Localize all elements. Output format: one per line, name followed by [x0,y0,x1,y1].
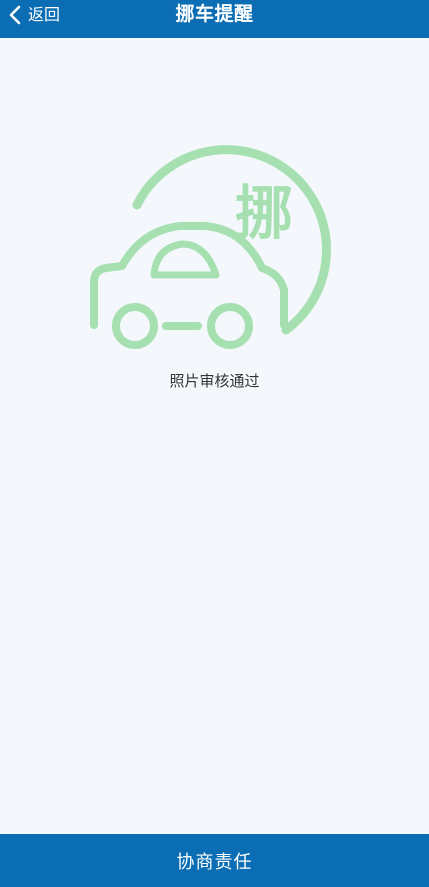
status-text: 照片审核通过 [169,372,260,390]
page-title: 挪车提醒 [175,3,254,25]
badge-text: 挪 [235,179,293,247]
car-window [150,240,220,279]
bottom-button-label: 协商责任 [176,851,253,873]
top-navigation-bar: 返回 挪车提醒 [0,0,429,38]
back-label: 返回 [28,5,61,24]
car-illustration: 挪 [80,130,350,360]
front-wheel [112,303,158,349]
negotiate-responsibility-button[interactable]: 协商责任 [0,834,429,887]
circle-arc [132,145,331,335]
back-button[interactable]: 返回 [6,0,60,30]
rear-wheel [207,303,253,349]
chevron-left-icon [6,4,24,26]
app-screen: 返回 挪车提醒 挪 照片审核通过 协商责任 [0,0,429,887]
